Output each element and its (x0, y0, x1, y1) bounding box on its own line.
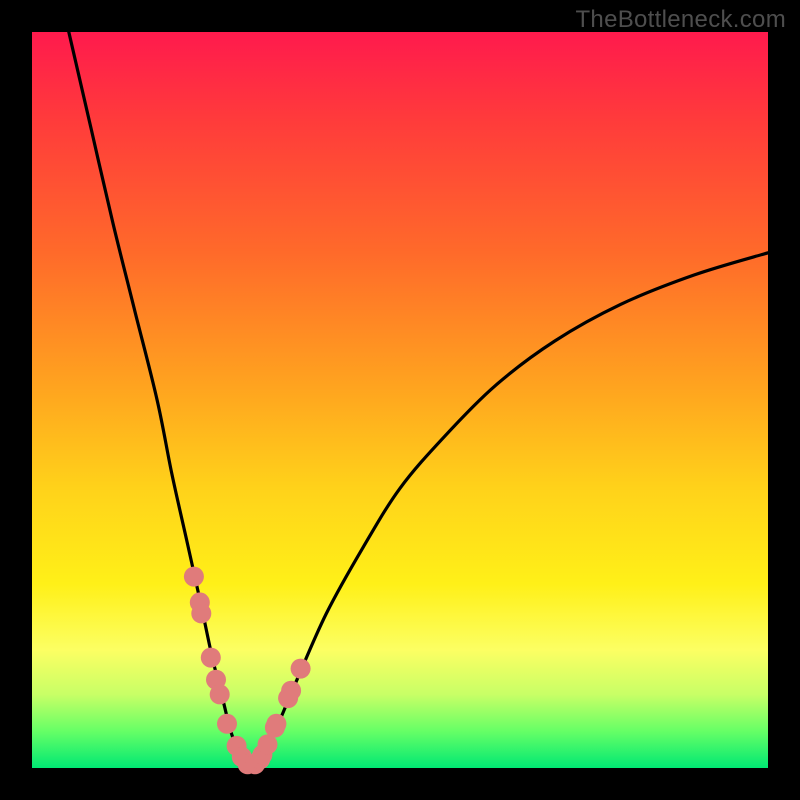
data-marker (191, 603, 211, 623)
chart-frame: TheBottleneck.com (0, 0, 800, 800)
data-marker (201, 648, 221, 668)
chart-svg (32, 32, 768, 768)
data-marker (217, 714, 237, 734)
data-marker (281, 681, 301, 701)
data-markers (184, 567, 311, 775)
watermark-text: TheBottleneck.com (575, 6, 786, 34)
data-marker (184, 567, 204, 587)
data-marker (210, 684, 230, 704)
data-marker (291, 659, 311, 679)
data-marker (266, 714, 286, 734)
curve-right-branch (251, 253, 768, 767)
curve-left-branch (69, 32, 251, 767)
plot-area (32, 32, 768, 768)
